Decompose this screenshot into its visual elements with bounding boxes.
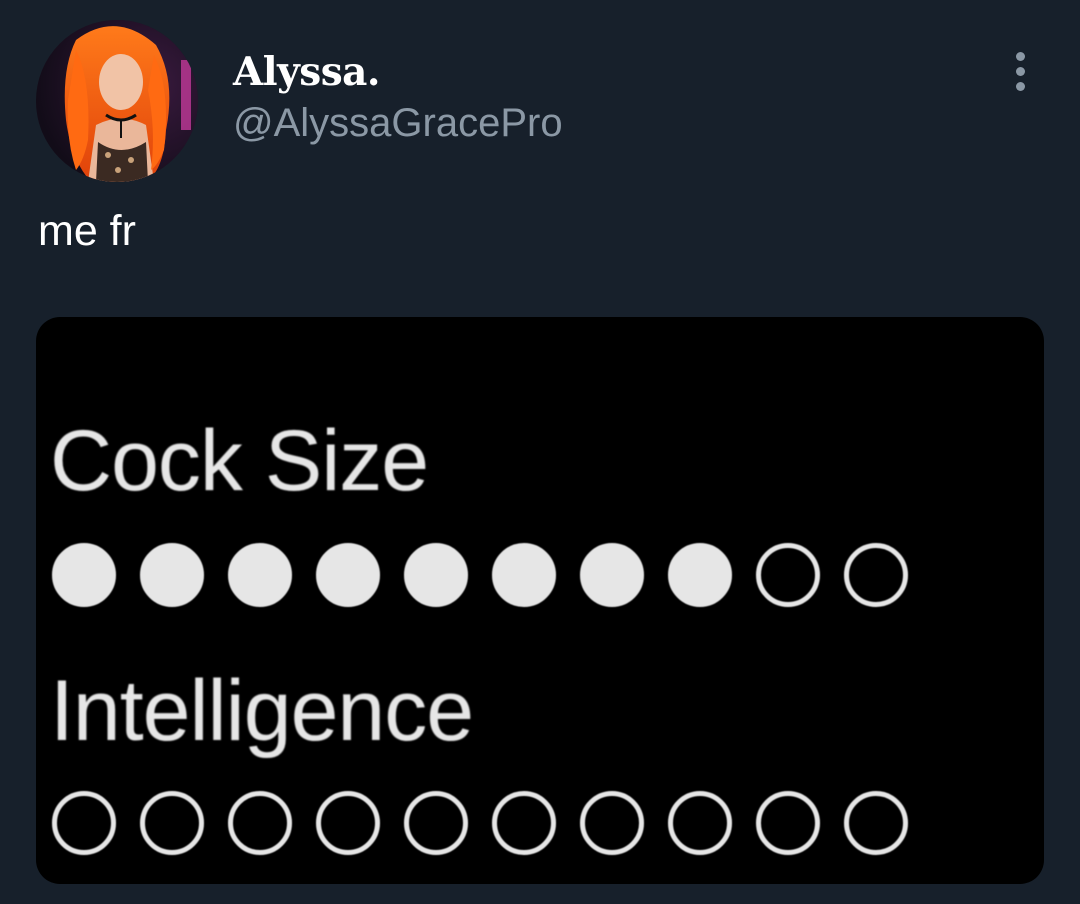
empty-circle-icon — [492, 791, 556, 855]
empty-circle-icon — [316, 791, 380, 855]
meme-label-intelligence: Intelligence — [50, 663, 474, 759]
filled-circle-icon — [404, 543, 468, 607]
filled-circle-icon — [580, 543, 644, 607]
filled-circle-icon — [52, 543, 116, 607]
author-name[interactable]: Alyssa. — [233, 50, 381, 94]
tweet-text: me fr — [38, 207, 136, 255]
rating-dots-row — [52, 787, 952, 869]
avatar[interactable] — [36, 20, 198, 182]
empty-circle-icon — [404, 791, 468, 855]
meme-label-cock-size: Cock Size — [50, 413, 429, 509]
empty-circle-icon — [844, 791, 908, 855]
avatar-photo-icon — [36, 20, 198, 182]
filled-circle-icon — [316, 543, 380, 607]
empty-circle-icon — [580, 791, 644, 855]
empty-circle-icon — [756, 791, 820, 855]
more-options-icon[interactable] — [1000, 46, 1040, 96]
empty-circle-icon — [756, 543, 820, 607]
empty-circle-icon — [844, 543, 908, 607]
filled-circle-icon — [492, 543, 556, 607]
rating-dots-row — [52, 539, 952, 621]
empty-circle-icon — [668, 791, 732, 855]
filled-circle-icon — [228, 543, 292, 607]
empty-circle-icon — [228, 791, 292, 855]
empty-circle-icon — [140, 791, 204, 855]
filled-circle-icon — [668, 543, 732, 607]
author-handle[interactable]: @AlyssaGracePro — [233, 100, 563, 146]
tweet-header: Alyssa. @AlyssaGracePro — [36, 20, 1046, 185]
empty-circle-icon — [52, 791, 116, 855]
filled-circle-icon — [140, 543, 204, 607]
tweet-media-image[interactable]: Cock Size Intelligence — [36, 317, 1044, 884]
